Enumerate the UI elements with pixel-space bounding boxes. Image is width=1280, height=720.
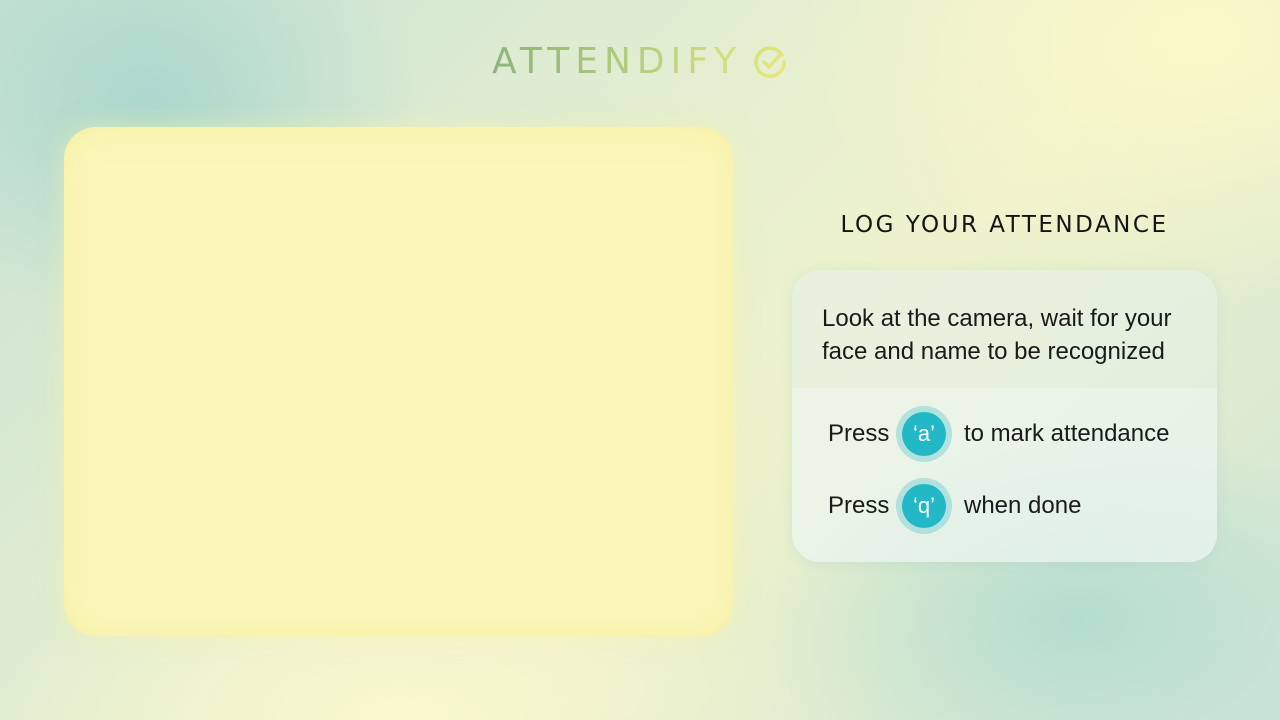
check-circle-icon [752,44,788,80]
key-a-action: to mark attendance [964,420,1170,447]
press-label: Press [828,420,890,447]
key-q-action: when done [964,492,1082,519]
key-hint-done: Press ‘q’ when done [828,478,1081,534]
camera-feed [64,127,733,636]
instruction-text: Look at the camera, wait for your face a… [822,305,1172,365]
instruction-card-top: Look at the camera, wait for your face a… [792,270,1217,388]
instruction-card: Look at the camera, wait for your face a… [792,270,1217,562]
key-q-badge: ‘q’ [896,478,952,534]
app-logo: ATTENDIFY [0,40,1280,84]
key-a-label: ‘a’ [902,412,946,456]
logo-text: ATTENDIFY [492,41,742,82]
key-hint-mark-attendance: Press ‘a’ to mark attendance [828,406,1169,462]
key-a-badge: ‘a’ [896,406,952,462]
panel-title: LOG YOUR ATTENDANCE [840,212,1169,238]
key-q-label: ‘q’ [902,484,946,528]
press-label: Press [828,492,890,519]
